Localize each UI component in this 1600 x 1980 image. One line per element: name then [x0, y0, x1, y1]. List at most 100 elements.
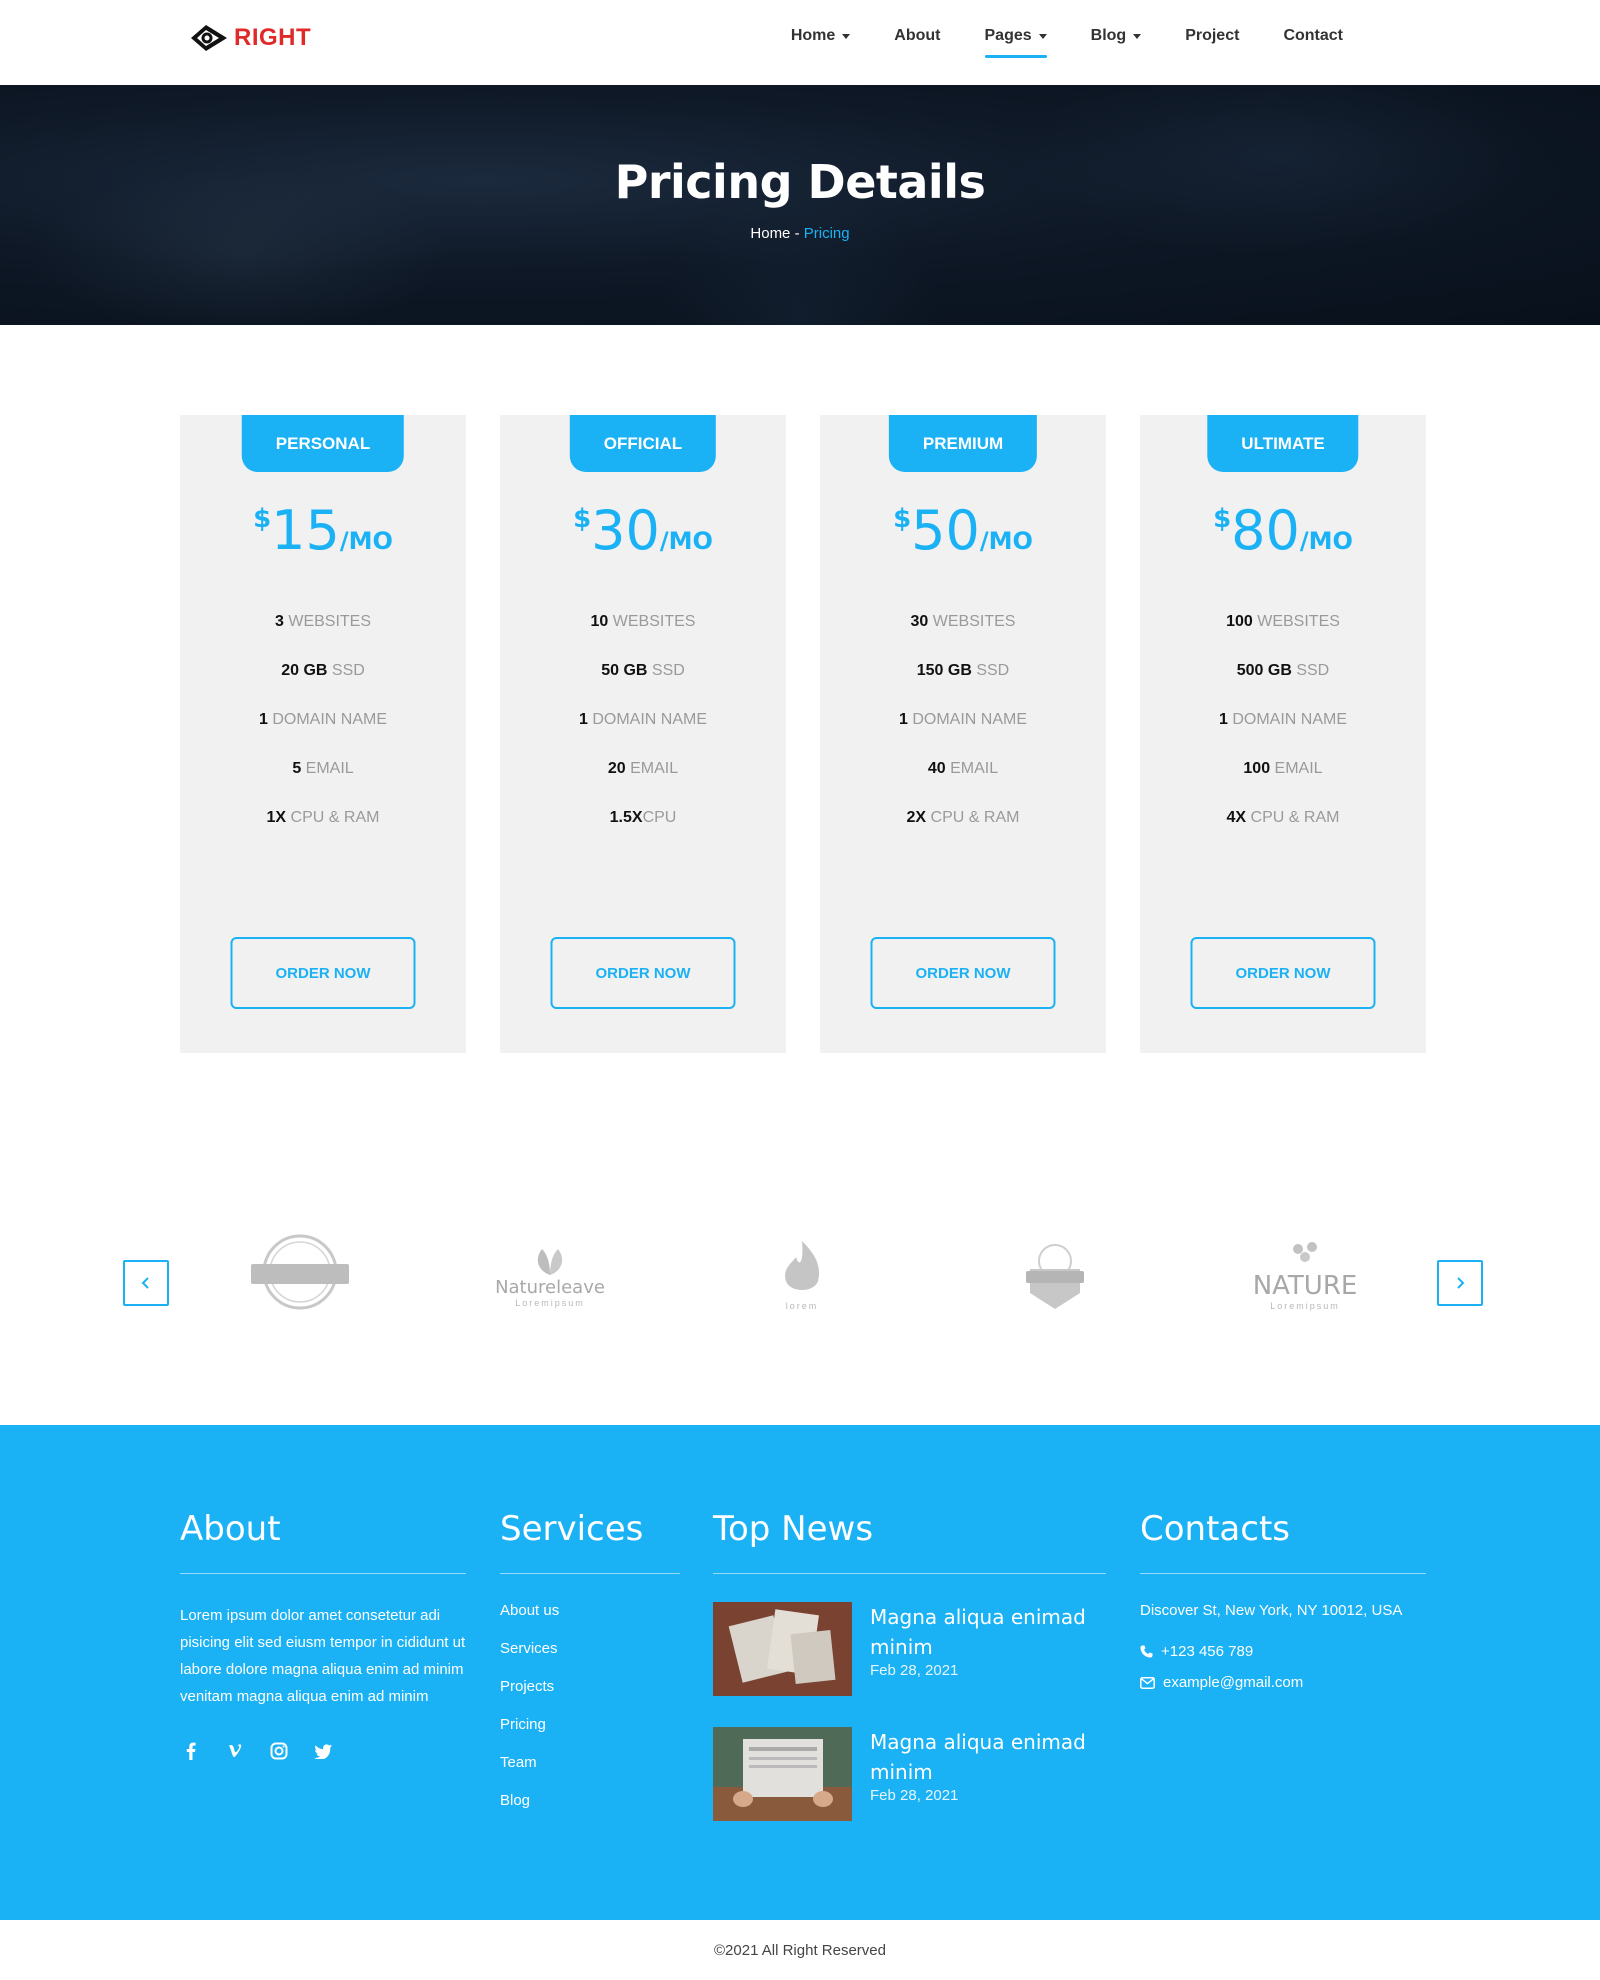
services-link-list: About us Services Projects Pricing Team …: [500, 1602, 680, 1830]
footer-link-about-us[interactable]: About us: [500, 1602, 680, 1640]
footer-link-services[interactable]: Services: [500, 1640, 680, 1678]
price-period: /MO: [339, 527, 393, 555]
nav-pages[interactable]: Pages: [963, 0, 1069, 72]
feature-value: 1: [1218, 711, 1228, 728]
feature-label: DOMAIN NAME: [267, 711, 388, 728]
leaf-icon: [537, 1248, 563, 1275]
feature-label: CPU & RAM: [926, 809, 1020, 826]
contact-email[interactable]: example@gmail.com: [1140, 1674, 1426, 1691]
plan-name: PREMIUM: [888, 415, 1038, 472]
nav-label: About: [894, 27, 941, 44]
feature-value: 1: [258, 711, 268, 728]
carousel-next-button[interactable]: [1437, 1260, 1483, 1306]
order-now-button[interactable]: ORDER NOW: [230, 937, 416, 1009]
news-title[interactable]: Magna aliqua enimad minim: [870, 1602, 1100, 1662]
feature-label: SSD: [1291, 662, 1330, 679]
news-title[interactable]: Magna aliqua enimad minim: [870, 1727, 1100, 1787]
feature-item: 100 EMAIL: [1140, 760, 1426, 809]
client-logo-lorem[interactable]: lorem: [737, 1224, 867, 1324]
hotel-crest-icon: [1026, 1244, 1084, 1309]
order-now-button[interactable]: ORDER NOW: [1190, 937, 1376, 1009]
contact-phone-text: +123 456 789: [1161, 1643, 1254, 1660]
client-logo-natureleave[interactable]: Natureleave Loremipsum: [485, 1224, 615, 1324]
order-now-button[interactable]: ORDER NOW: [870, 937, 1056, 1009]
nav-label: Contact: [1283, 27, 1343, 44]
footer-about-text: Lorem ipsum dolor amet consetetur adi pi…: [180, 1607, 466, 1705]
brand-logo[interactable]: RIGHT: [188, 20, 311, 56]
contact-phone[interactable]: +123 456 789: [1140, 1643, 1426, 1660]
contact-address: Discover St, New York, NY 10012, USA: [1140, 1602, 1426, 1619]
feature-item: 1X CPU & RAM: [180, 809, 466, 858]
twitter-icon[interactable]: [312, 1740, 334, 1762]
news-text: Magna aliqua enimad minim Feb 28, 2021: [870, 1727, 1100, 1821]
breadcrumb: Home - Pricing: [0, 225, 1600, 242]
feature-list: 100 WEBSITES 500 GB SSD 1 DOMAIN NAME 10…: [1140, 613, 1426, 858]
price-currency: $: [893, 504, 912, 534]
plan-price: $15/MO: [180, 499, 466, 562]
breadcrumb-current: Pricing: [803, 225, 850, 242]
carousel-prev-button[interactable]: [123, 1260, 169, 1306]
feature-label: EMAIL: [625, 760, 679, 777]
nav-blog[interactable]: Blog: [1069, 0, 1164, 72]
price-period: /MO: [659, 527, 713, 555]
plan-price: $80/MO: [1140, 499, 1426, 562]
news-text: Magna aliqua enimad minim Feb 28, 2021: [870, 1602, 1100, 1696]
vimeo-icon[interactable]: [224, 1740, 246, 1762]
feature-item: 20 GB SSD: [180, 662, 466, 711]
news-item: Magna aliqua enimad minim Feb 28, 2021: [713, 1727, 1106, 1821]
footer-news-title: Top News: [713, 1509, 1106, 1574]
instagram-icon[interactable]: [268, 1740, 290, 1762]
nav-home[interactable]: Home: [769, 0, 872, 72]
nav-project[interactable]: Project: [1163, 0, 1261, 72]
feature-label: CPU: [642, 809, 677, 826]
nav-label: Blog: [1090, 27, 1127, 44]
client-logo-jewellery[interactable]: [235, 1224, 365, 1324]
pricing-section: PERSONAL $15/MO 3 WEBSITES 20 GB SSD 1 D…: [180, 415, 1426, 1055]
client-logo-text: Natureleave: [495, 1276, 605, 1298]
price-currency: $: [253, 504, 272, 534]
chevron-left-icon: [141, 1277, 149, 1289]
feature-value: 20: [607, 760, 626, 777]
price-amount: 30: [591, 499, 660, 562]
copyright-bar: ©2021 All Right Reserved: [0, 1920, 1600, 1980]
footer-link-pricing[interactable]: Pricing: [500, 1716, 680, 1754]
footer-link-projects[interactable]: Projects: [500, 1678, 680, 1716]
feature-item: 100 WEBSITES: [1140, 613, 1426, 662]
feature-item: 1 DOMAIN NAME: [1140, 711, 1426, 760]
feature-item: 1 DOMAIN NAME: [180, 711, 466, 760]
feature-label: EMAIL: [945, 760, 999, 777]
facebook-icon[interactable]: [180, 1740, 202, 1762]
feature-list: 30 WEBSITES 150 GB SSD 1 DOMAIN NAME 40 …: [820, 613, 1106, 858]
contact-email-text: example@gmail.com: [1163, 1674, 1304, 1691]
nav-contact[interactable]: Contact: [1261, 0, 1365, 72]
feature-value: 4X: [1226, 809, 1247, 826]
client-logo-king-hotel[interactable]: [990, 1224, 1120, 1324]
news-thumbnail-image[interactable]: [713, 1602, 852, 1696]
price-currency: $: [573, 504, 592, 534]
nav-about[interactable]: About: [872, 0, 962, 72]
plan-name: ULTIMATE: [1207, 415, 1359, 472]
footer-link-blog[interactable]: Blog: [500, 1792, 680, 1830]
news-thumbnail-image[interactable]: [713, 1727, 852, 1821]
caret-down-icon: [842, 33, 851, 39]
price-amount: 50: [911, 499, 980, 562]
feature-list: 3 WEBSITES 20 GB SSD 1 DOMAIN NAME 5 EMA…: [180, 613, 466, 858]
feature-label: SSD: [647, 662, 685, 679]
caret-down-icon: [1133, 33, 1142, 39]
feature-value: 1: [898, 711, 908, 728]
feature-value: 30: [910, 613, 929, 630]
news-date: Feb 28, 2021: [870, 1662, 959, 1679]
nav-label: Home: [790, 27, 836, 44]
phone-icon: [1140, 1645, 1153, 1658]
feature-label: CPU & RAM: [286, 809, 380, 826]
envelope-icon: [1140, 1676, 1155, 1689]
plan-price: $50/MO: [820, 499, 1106, 562]
feature-value: 5: [292, 760, 302, 777]
feature-label: DOMAIN NAME: [907, 711, 1028, 728]
footer-link-team[interactable]: Team: [500, 1754, 680, 1792]
feature-value: 2X: [906, 809, 927, 826]
breadcrumb-home[interactable]: Home: [750, 225, 790, 242]
order-now-button[interactable]: ORDER NOW: [550, 937, 736, 1009]
feature-item: 4X CPU & RAM: [1140, 809, 1426, 858]
client-logo-nature[interactable]: NATURE Loremipsum: [1240, 1224, 1370, 1324]
